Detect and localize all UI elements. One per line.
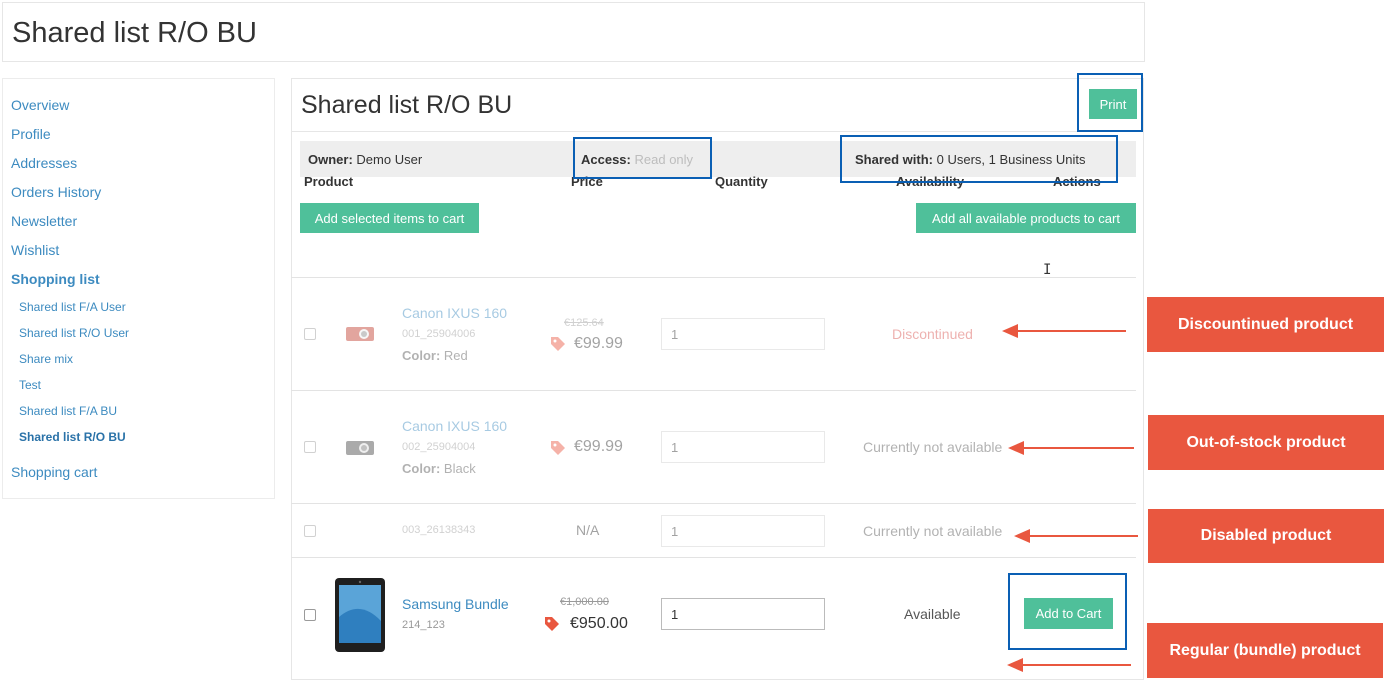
product-sku: 003_26138343 (402, 524, 476, 536)
sidebar-item-orders-history[interactable]: Orders History (11, 184, 101, 200)
sidebar-item-addresses[interactable]: Addresses (11, 155, 77, 171)
owner-label: Owner: (308, 152, 353, 167)
table-row: 003_26138343 N/A Currently not available (292, 504, 1136, 557)
callout-regular-bundle: Regular (bundle) product (1147, 623, 1383, 678)
product-price: N/A (576, 522, 600, 538)
callout-out-of-stock: Out-of-stock product (1148, 415, 1384, 470)
product-name-link[interactable]: Canon IXUS 160 (402, 418, 507, 434)
product-sku: 002_25904004 (402, 441, 476, 453)
availability-status: Available (904, 606, 961, 622)
product-sku: 001_25904006 (402, 328, 476, 340)
product-thumbnail[interactable] (345, 325, 375, 343)
list-title: Shared list R/O BU (301, 91, 513, 119)
price-tag-icon (551, 337, 565, 351)
shared-with-highlight-box (840, 135, 1118, 183)
product-attribute: Color: Red (402, 348, 468, 363)
arrow-left-icon (1002, 324, 1126, 338)
old-price: €1,000.00 (560, 596, 609, 608)
old-price: €125.64 (564, 317, 604, 329)
product-name-link[interactable]: Canon IXUS 160 (402, 305, 507, 321)
add-all-to-cart-button[interactable]: Add all available products to cart (916, 203, 1136, 233)
sidebar-item-profile[interactable]: Profile (11, 126, 51, 142)
sidebar-subitem-shared-list-ro-bu[interactable]: Shared list R/O BU (19, 430, 126, 444)
sidebar-subitem-test[interactable]: Test (19, 378, 41, 392)
arrow-left-icon (1008, 441, 1134, 455)
add-to-cart-highlight-box (1008, 573, 1127, 650)
product-name-link[interactable]: Samsung Bundle (402, 596, 509, 612)
availability-status: Currently not available (863, 523, 1003, 539)
callout-discontinued: Discountinued product (1147, 297, 1384, 352)
row-select-checkbox[interactable] (304, 525, 316, 537)
product-price: €950.00 (570, 615, 628, 632)
product-thumbnail[interactable] (334, 577, 386, 653)
sidebar-subitem-shared-list-fa-user[interactable]: Shared list F/A User (19, 300, 126, 314)
sidebar-item-shopping-cart[interactable]: Shopping cart (11, 464, 97, 480)
price-tag-icon (545, 617, 559, 631)
text-cursor-icon: I (1043, 262, 1052, 278)
quantity-input[interactable] (661, 515, 825, 547)
row-select-checkbox[interactable] (304, 441, 316, 453)
availability-status: Currently not available (863, 439, 1003, 455)
page-header: Shared list R/O BU (2, 2, 1145, 62)
sidebar-subitem-shared-list-ro-user[interactable]: Shared list R/O User (19, 326, 129, 340)
attribute-value: Black (443, 461, 476, 476)
sidebar-subitem-share-mix[interactable]: Share mix (19, 352, 73, 366)
product-sku: 214_123 (402, 619, 445, 631)
availability-status: Discontinued (892, 326, 973, 342)
print-highlight-box (1077, 73, 1143, 132)
product-thumbnail[interactable] (345, 439, 375, 457)
attribute-label: Color: (402, 348, 441, 363)
row-select-checkbox[interactable] (304, 609, 316, 621)
sidebar-subitem-shared-list-fa-bu[interactable]: Shared list F/A BU (19, 404, 117, 418)
price-tag-icon (551, 441, 565, 455)
product-price: €99.99 (574, 335, 623, 352)
attribute-value: Red (443, 348, 468, 363)
add-selected-to-cart-button[interactable]: Add selected items to cart (300, 203, 479, 233)
product-price: €99.99 (574, 438, 623, 455)
sidebar-item-wishlist[interactable]: Wishlist (11, 242, 59, 258)
quantity-input[interactable] (661, 318, 825, 350)
column-header-quantity: Quantity (715, 174, 768, 189)
callout-disabled: Disabled product (1148, 509, 1384, 563)
column-header-product: Product (304, 174, 354, 189)
title-divider (292, 131, 1143, 132)
quantity-input[interactable] (661, 431, 825, 463)
owner-info: Owner: Demo User (308, 152, 422, 167)
sidebar-item-newsletter[interactable]: Newsletter (11, 213, 77, 229)
page-title: Shared list R/O BU (12, 17, 257, 49)
quantity-input[interactable] (661, 598, 825, 630)
arrow-left-icon (1014, 529, 1138, 543)
row-select-checkbox[interactable] (304, 328, 316, 340)
sidebar-item-overview[interactable]: Overview (11, 97, 69, 113)
access-highlight-box (573, 137, 712, 179)
product-attribute: Color: Black (402, 461, 476, 476)
arrow-left-icon (1007, 658, 1131, 672)
owner-value: Demo User (356, 152, 423, 167)
account-sidebar: Overview Profile Addresses Orders Histor… (2, 78, 275, 499)
sidebar-item-shopping-list[interactable]: Shopping list (11, 271, 100, 287)
attribute-label: Color: (402, 461, 441, 476)
